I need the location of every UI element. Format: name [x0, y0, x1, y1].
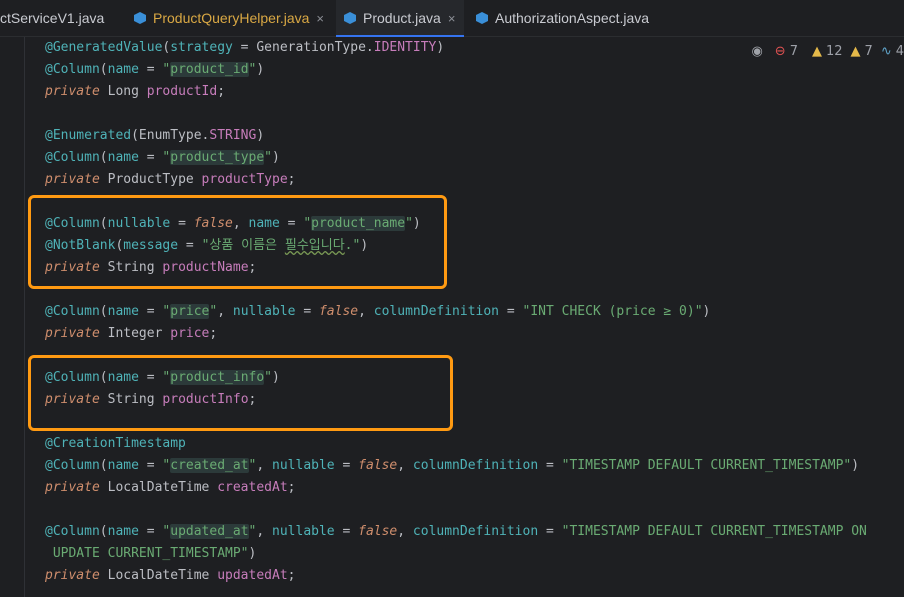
code-line: private LocalDateTime createdAt; — [45, 480, 296, 495]
code-line: @Column(name = "created_at", nullable = … — [45, 458, 860, 473]
tab-product-service-v1[interactable]: ctServiceV1.java — [0, 0, 104, 36]
error-icon: ⊖ — [774, 43, 786, 59]
close-icon[interactable]: × — [448, 11, 456, 26]
tab-label: Product.java — [363, 10, 441, 26]
reader-mode-icon[interactable]: ◉ — [751, 44, 762, 59]
highlight-box-product-name — [28, 195, 447, 289]
code-editor[interactable]: ◉ ⊖ 7 ▲ 12 ▲ 7 ∿ 4 @GeneratedValue(strat… — [0, 37, 904, 597]
inspection-widget[interactable]: ◉ ⊖ 7 ▲ 12 ▲ 7 ∿ 4 — [747, 43, 904, 59]
weak-warning-count: 7 — [864, 43, 873, 59]
code-line: @Column(name = "price", nullable = false… — [45, 304, 711, 319]
close-icon[interactable]: × — [316, 11, 324, 26]
code-line: @Column(name = "product_id") — [45, 62, 265, 77]
code-line: private LocalDateTime updatedAt; — [45, 568, 296, 583]
weak-warning-icon: ▲ — [850, 43, 861, 59]
java-file-icon — [134, 12, 146, 24]
highlight-box-product-info — [28, 355, 453, 431]
code-line: @CreationTimestamp — [45, 436, 186, 451]
tab-label: ProductQueryHelper.java — [153, 10, 310, 26]
code-line: UPDATE CURRENT_TIMESTAMP") — [52, 546, 257, 561]
typo-icon: ∿ — [880, 43, 892, 59]
typo-count: 4 — [895, 43, 904, 59]
tab-label: ctServiceV1.java — [0, 10, 105, 26]
tab-product-query-helper[interactable]: ProductQueryHelper.java × — [134, 0, 324, 36]
error-count: 7 — [789, 43, 798, 59]
java-file-icon — [344, 12, 356, 24]
code-line: private Integer price; — [45, 326, 218, 341]
editor-tab-bar: ctServiceV1.java ProductQueryHelper.java… — [0, 0, 904, 37]
warning-icon: ▲ — [811, 43, 822, 59]
code-line: private Long productId; — [45, 84, 226, 99]
code-line: @GeneratedValue(strategy = GenerationTyp… — [45, 40, 445, 55]
code-line: private ProductType productType; — [45, 172, 296, 187]
warning-count: 12 — [825, 43, 843, 59]
code-line: @Column(name = "product_type") — [45, 150, 280, 165]
tab-label: AuthorizationAspect.java — [495, 10, 650, 26]
code-line: @Enumerated(EnumType.STRING) — [45, 128, 265, 143]
code-line: @Column(name = "updated_at", nullable = … — [45, 524, 867, 539]
indent-guide — [24, 37, 25, 597]
tab-product[interactable]: Product.java × — [336, 0, 464, 37]
tab-authorization-aspect[interactable]: AuthorizationAspect.java — [476, 0, 649, 36]
java-file-icon — [476, 12, 488, 24]
